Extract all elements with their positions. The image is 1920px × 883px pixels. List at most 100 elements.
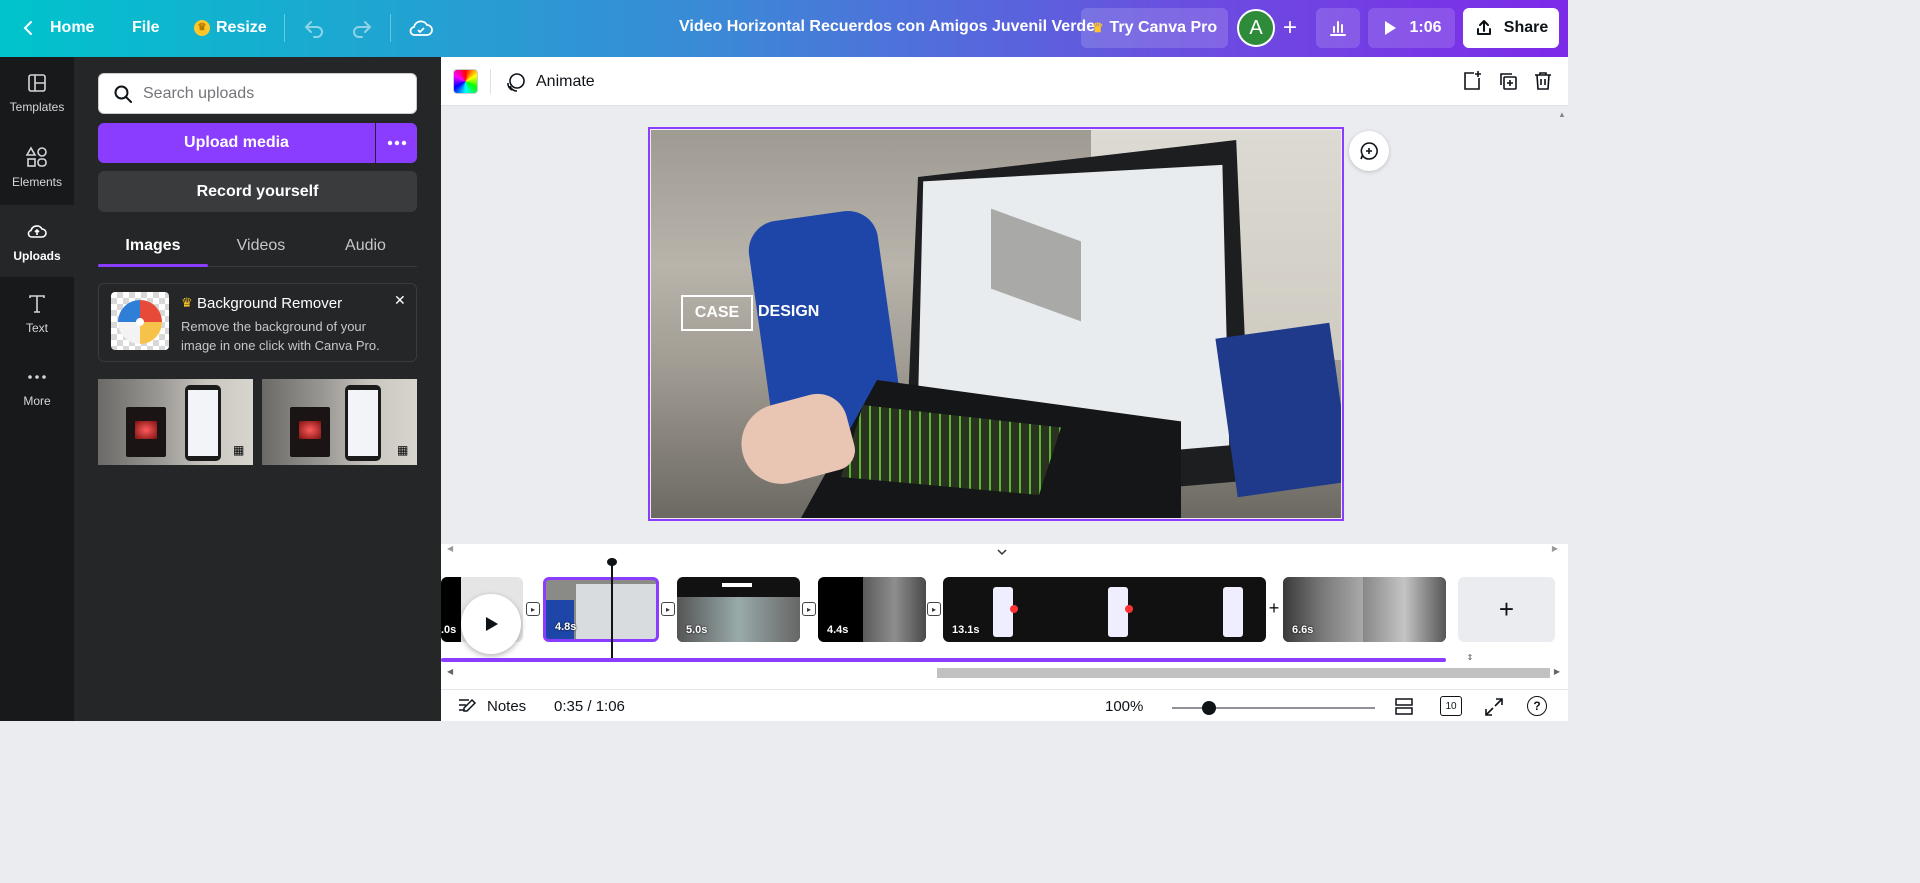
rail-label: Uploads bbox=[13, 249, 61, 263]
rail-item-uploads[interactable]: Uploads bbox=[0, 205, 74, 277]
trash-icon bbox=[1535, 72, 1551, 90]
share-icon bbox=[1476, 20, 1491, 35]
rail-label: Elements bbox=[11, 175, 63, 189]
side-rail: Templates Elements Uploads Text More bbox=[0, 57, 74, 721]
grid-view-button[interactable] bbox=[1394, 696, 1414, 721]
help-button[interactable]: ? bbox=[1527, 696, 1547, 716]
tab-audio[interactable]: Audio bbox=[314, 227, 417, 265]
timeline-clip[interactable]: 13.1s bbox=[943, 577, 1266, 642]
timeline-clip[interactable]: 6.6s bbox=[1283, 577, 1446, 642]
rail-label: More bbox=[23, 394, 51, 408]
upload-tabs: Images Videos Audio bbox=[98, 227, 417, 267]
transition-button[interactable]: ▸ bbox=[927, 602, 941, 616]
vertical-scrollbar[interactable]: ▲ bbox=[1558, 110, 1566, 540]
uploads-panel: Search uploads Upload media Record yours… bbox=[74, 57, 441, 721]
search-input[interactable]: Search uploads bbox=[98, 73, 417, 114]
duplicate-page-button[interactable] bbox=[1497, 70, 1519, 97]
insights-button[interactable] bbox=[1316, 8, 1360, 48]
animate-button[interactable]: Animate bbox=[505, 69, 595, 94]
close-icon[interactable]: ✕ bbox=[394, 292, 406, 309]
bar-chart-icon bbox=[1330, 21, 1346, 36]
playhead[interactable] bbox=[607, 558, 617, 660]
play-icon bbox=[486, 617, 498, 631]
horizontal-scrollbar[interactable]: ◀ ▶ bbox=[445, 667, 1560, 679]
add-page-button[interactable] bbox=[1461, 70, 1483, 97]
zoom-slider-thumb[interactable] bbox=[1202, 701, 1216, 715]
resize-label: Resize bbox=[216, 19, 267, 36]
zoom-level[interactable]: 100% bbox=[1105, 698, 1143, 715]
transition-button[interactable]: ▸ bbox=[526, 602, 540, 616]
transition-button[interactable]: ▸ bbox=[802, 602, 816, 616]
progress-track[interactable] bbox=[441, 658, 1446, 662]
color-picker-button[interactable] bbox=[453, 69, 478, 94]
add-page-timeline-button[interactable]: + bbox=[1458, 577, 1555, 642]
upload-media-label: Upload media bbox=[184, 134, 289, 151]
notes-button[interactable]: Notes bbox=[457, 697, 526, 715]
design-title[interactable]: Video Horizontal Recuerdos con Amigos Ju… bbox=[679, 18, 1095, 36]
share-button[interactable]: Share bbox=[1463, 8, 1559, 48]
clip-duration: 13.1s bbox=[952, 624, 980, 636]
chevron-left-icon bbox=[23, 21, 32, 35]
record-yourself-button[interactable]: Record yourself bbox=[98, 171, 417, 212]
tab-label: Images bbox=[125, 237, 181, 254]
file-menu-button[interactable]: File bbox=[132, 10, 160, 46]
more-icon bbox=[28, 375, 46, 379]
cloud-save-button[interactable] bbox=[408, 10, 434, 46]
redo-icon bbox=[353, 21, 371, 38]
tab-videos[interactable]: Videos bbox=[208, 227, 314, 265]
clip-duration: 4.4s bbox=[827, 624, 849, 636]
undo-button[interactable] bbox=[302, 10, 326, 46]
rail-item-elements[interactable]: Elements bbox=[0, 131, 74, 203]
share-label: Share bbox=[1503, 19, 1549, 36]
duplicate-icon bbox=[1500, 73, 1517, 90]
divider bbox=[390, 14, 391, 42]
timeline-clip[interactable]: 5.0s bbox=[677, 577, 800, 642]
rail-label: Text bbox=[25, 321, 48, 335]
page-count: 10 bbox=[1445, 700, 1457, 712]
present-button[interactable]: 1:06 bbox=[1368, 8, 1455, 48]
timeline-clip-selected[interactable]: 4.8s bbox=[543, 577, 659, 642]
crown-icon: ♛ bbox=[194, 20, 210, 36]
zoom-slider[interactable] bbox=[1172, 701, 1375, 715]
rail-label: Templates bbox=[9, 100, 65, 114]
add-transition-button[interactable]: + bbox=[1266, 599, 1282, 617]
delete-page-button[interactable] bbox=[1532, 70, 1554, 97]
upload-options-button[interactable] bbox=[376, 123, 417, 163]
upload-media-button[interactable]: Upload media bbox=[98, 123, 375, 163]
invite-plus-button[interactable]: + bbox=[1272, 8, 1308, 48]
top-bar: Home File ♛ Resize Video Horizontal Recu… bbox=[0, 0, 1568, 57]
divider bbox=[284, 14, 285, 42]
home-button[interactable]: Home bbox=[18, 10, 94, 46]
plus-icon: + bbox=[1282, 14, 1297, 41]
avatar[interactable]: A bbox=[1237, 9, 1275, 47]
try-canva-pro-button[interactable]: ♛ Try Canva Pro bbox=[1081, 8, 1228, 48]
page-count-button[interactable]: 10 bbox=[1440, 696, 1462, 716]
uploaded-image[interactable]: ▦ bbox=[262, 379, 417, 465]
add-comment-button[interactable] bbox=[1349, 131, 1389, 171]
resize-button[interactable]: ♛ Resize bbox=[194, 10, 267, 46]
elements-icon bbox=[25, 146, 47, 167]
resize-timeline-handle[interactable]: ⇕ bbox=[1463, 653, 1477, 665]
fullscreen-button[interactable] bbox=[1484, 697, 1504, 722]
redo-button[interactable] bbox=[350, 10, 374, 46]
scrollbar-thumb[interactable] bbox=[937, 668, 1550, 678]
tab-label: Audio bbox=[345, 237, 386, 254]
grid-view-icon bbox=[1395, 698, 1413, 715]
collapse-timeline-button[interactable] bbox=[967, 544, 1037, 560]
bottom-bar: Notes 0:35 / 1:06 100% 10 ? bbox=[441, 689, 1568, 721]
background-remover-promo[interactable]: ♛ Background Remover Remove the backgrou… bbox=[98, 283, 417, 362]
more-horizontal-icon bbox=[387, 140, 406, 146]
rail-item-more[interactable]: More bbox=[0, 351, 74, 423]
notes-icon bbox=[459, 698, 477, 712]
timeline-play-button[interactable] bbox=[461, 594, 521, 654]
rail-item-templates[interactable]: Templates bbox=[0, 57, 74, 129]
tab-images[interactable]: Images bbox=[98, 227, 208, 265]
timeline-clip[interactable]: 4.4s bbox=[818, 577, 926, 642]
uploaded-image[interactable]: ▦ bbox=[98, 379, 253, 465]
video-badge-icon: ▦ bbox=[233, 443, 245, 457]
try-pro-label: Try Canva Pro bbox=[1109, 19, 1218, 36]
file-label: File bbox=[132, 19, 160, 36]
transition-button[interactable]: ▸ bbox=[661, 602, 675, 616]
chevron-down-icon bbox=[997, 549, 1007, 556]
rail-item-text[interactable]: Text bbox=[0, 278, 74, 350]
